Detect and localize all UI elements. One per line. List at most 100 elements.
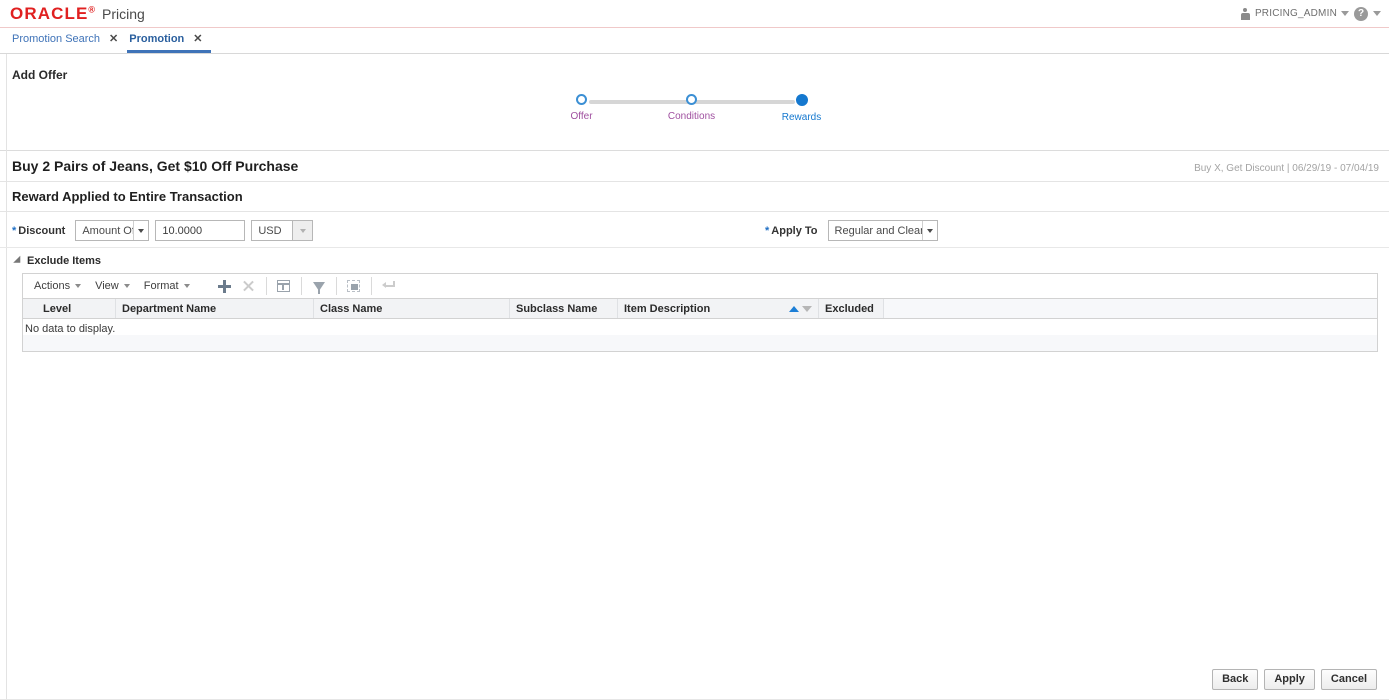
sort-controls[interactable] [781, 305, 812, 312]
promotion-meta: Buy X, Get Discount | 06/29/19 - 07/04/1… [1194, 163, 1379, 174]
page-body: Add Offer Offer Conditions Rewards Buy 2… [0, 54, 1389, 700]
exclude-items-table-header: Level Department Name Class Name Subclas… [23, 298, 1377, 319]
person-icon [1240, 7, 1251, 20]
exclude-items-disclosure[interactable]: Exclude Items [0, 248, 1389, 273]
exclude-items-table-body: No data to display. [23, 319, 1377, 341]
discount-type-value: Amount Off [82, 224, 134, 237]
chevron-down-icon[interactable] [1341, 11, 1349, 16]
column-header-level[interactable]: Level [23, 299, 116, 318]
column-header-department-name[interactable]: Department Name [116, 299, 314, 318]
column-label: Subclass Name [516, 302, 598, 315]
apply-button[interactable]: Apply [1264, 669, 1315, 690]
actions-menu-label: Actions [34, 280, 71, 292]
chevron-down-icon [123, 284, 130, 288]
apply-to-select[interactable]: Regular and Clearance [827, 220, 938, 241]
train-step-dot-icon [686, 94, 697, 105]
wrap-icon [377, 276, 401, 296]
tab-promotion-search[interactable]: Promotion Search ✕ [10, 28, 127, 53]
discount-label: * Discount [12, 224, 66, 237]
tab-bar: Promotion Search ✕ Promotion ✕ [0, 28, 1389, 54]
exclude-items-panel: Actions View Format Level Department Nam… [22, 273, 1378, 352]
toolbar-separator [265, 277, 267, 295]
promotion-title: Buy 2 Pairs of Jeans, Get $10 Off Purcha… [12, 158, 299, 174]
column-header-filler [884, 299, 1377, 318]
format-menu-label: Format [143, 280, 179, 292]
chevron-down-icon[interactable] [133, 221, 149, 240]
actions-menu[interactable]: Actions [29, 276, 90, 296]
reward-form-row: *Discount Amount Off USD *Apply To Regul… [0, 212, 1389, 248]
help-chevron-down-icon[interactable] [1373, 11, 1381, 16]
train-step-label: Conditions [667, 111, 716, 122]
column-header-subclass-name[interactable]: Subclass Name [510, 299, 618, 318]
delete-icon [237, 276, 261, 296]
tab-label: Promotion [129, 33, 185, 45]
discount-currency-value: USD [251, 220, 293, 241]
tab-close-icon[interactable]: ✕ [193, 33, 202, 45]
header-right: PRICING_ADMIN ? [1240, 6, 1381, 21]
column-header-class-name[interactable]: Class Name [314, 299, 510, 318]
toolbar-separator [370, 277, 372, 295]
exclude-items-toolbar: Actions View Format [23, 274, 1377, 298]
sort-descending-icon[interactable] [802, 305, 812, 312]
tab-close-icon[interactable]: ✕ [109, 33, 118, 45]
registered-mark-icon: ® [88, 4, 96, 15]
currency-dropdown-icon [292, 220, 314, 241]
table-empty-strip [23, 341, 1377, 351]
apply-to-field-group: *Apply To Regular and Clearance [765, 220, 938, 241]
format-menu[interactable]: Format [139, 276, 199, 296]
chevron-down-icon[interactable] [921, 221, 937, 240]
global-header: ORACLE® Pricing PRICING_ADMIN ? [0, 0, 1389, 28]
footer-buttons: Back Apply Cancel [1212, 669, 1377, 690]
view-menu-label: View [95, 280, 119, 292]
brand: ORACLE® Pricing [10, 5, 145, 22]
wizard-train: Offer Conditions Rewards [0, 82, 1389, 150]
page-title: Add Offer [12, 68, 68, 82]
empty-message: No data to display. [23, 319, 1377, 335]
app-name: Pricing [102, 6, 145, 22]
oracle-logo: ORACLE® [10, 4, 96, 23]
apply-to-value: Regular and Clearance [834, 224, 922, 237]
discount-field-group: *Discount Amount Off USD [12, 220, 314, 241]
train-step-dot-icon [576, 94, 587, 105]
column-header-item-description[interactable]: Item Description [618, 299, 819, 318]
add-icon[interactable] [213, 276, 237, 296]
chevron-down-icon [75, 284, 82, 288]
tab-promotion[interactable]: Promotion ✕ [127, 28, 212, 53]
user-name-label: PRICING_ADMIN [1254, 8, 1337, 19]
filter-icon[interactable] [307, 276, 331, 296]
left-panel-splitter[interactable] [6, 54, 7, 700]
reward-section-header: Reward Applied to Entire Transaction [0, 182, 1389, 212]
column-label: Level [43, 302, 72, 315]
column-label: Class Name [320, 302, 383, 315]
sort-ascending-icon[interactable] [789, 305, 799, 312]
page-content: Add Offer [0, 54, 1389, 82]
toolbar-separator [300, 277, 302, 295]
exclude-items-label: Exclude Items [27, 255, 101, 267]
back-button[interactable]: Back [1212, 669, 1259, 690]
tab-label: Promotion Search [12, 33, 101, 45]
column-label: Excluded [825, 302, 874, 315]
discount-currency-field[interactable]: USD [251, 220, 314, 241]
chevron-down-icon [183, 284, 190, 288]
disclosure-triangle-icon[interactable] [13, 255, 24, 267]
discount-amount-input[interactable] [155, 220, 246, 241]
columns-icon[interactable] [272, 276, 296, 296]
reward-section-title: Reward Applied to Entire Transaction [12, 189, 243, 204]
column-label: Item Description [624, 302, 711, 315]
train-step-label: Rewards [781, 112, 822, 123]
required-marker: * [765, 224, 770, 237]
toolbar-separator [335, 277, 337, 295]
train-step-dot-icon [795, 94, 808, 106]
user-menu[interactable]: PRICING_ADMIN [1240, 7, 1349, 20]
cancel-button[interactable]: Cancel [1320, 669, 1377, 690]
detach-icon[interactable] [342, 276, 366, 296]
train-step-label: Offer [570, 111, 593, 122]
apply-to-label: * Apply To [765, 224, 818, 237]
help-icon[interactable]: ? [1354, 6, 1368, 21]
required-marker: * [12, 224, 17, 237]
discount-type-select[interactable]: Amount Off [75, 220, 150, 241]
view-menu[interactable]: View [90, 276, 139, 296]
promotion-header: Buy 2 Pairs of Jeans, Get $10 Off Purcha… [0, 150, 1389, 182]
column-header-excluded[interactable]: Excluded [819, 299, 884, 318]
column-label: Department Name [122, 302, 217, 315]
